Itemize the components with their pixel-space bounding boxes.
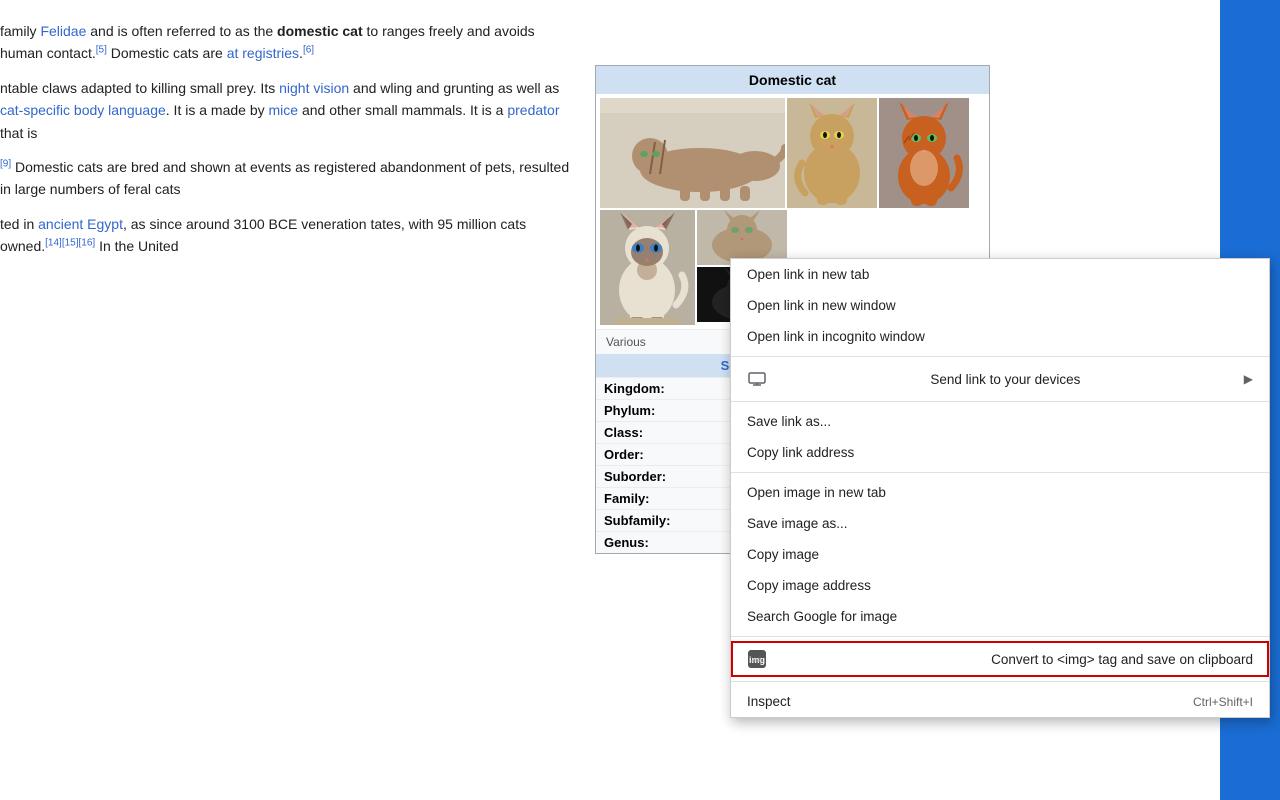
menu-item-save-link[interactable]: Save link as... xyxy=(731,406,1269,437)
inspect-shortcut: Ctrl+Shift+I xyxy=(1193,695,1253,709)
menu-label-inspect: Inspect xyxy=(747,694,791,709)
row-label-family: Family: xyxy=(596,488,686,510)
row-label-order: Order: xyxy=(596,444,686,466)
menu-item-copy-link[interactable]: Copy link address xyxy=(731,437,1269,468)
cat-image-2[interactable] xyxy=(787,98,877,208)
menu-item-open-image-tab[interactable]: Open image in new tab xyxy=(731,477,1269,508)
menu-item-search-google-image[interactable]: Search Google for image xyxy=(731,601,1269,632)
menu-separator-1 xyxy=(731,356,1269,357)
menu-separator-4 xyxy=(731,636,1269,637)
menu-label-save-link: Save link as... xyxy=(747,414,831,429)
cat-svg-2 xyxy=(787,98,877,208)
felidae-link[interactable]: Felidae xyxy=(40,23,86,39)
menu-separator-3 xyxy=(731,472,1269,473)
cat-svg-4 xyxy=(600,210,695,325)
menu-label-open-incognito: Open link in incognito window xyxy=(747,329,925,344)
menu-label-convert-img: Convert to <img> tag and save on clipboa… xyxy=(991,652,1253,667)
monitor-icon xyxy=(747,369,767,389)
cat-image-3[interactable] xyxy=(879,98,969,208)
article-paragraph-2: ntable claws adapted to killing small pr… xyxy=(0,77,570,144)
cat-svg-3 xyxy=(879,98,969,208)
menu-label-copy-image-address: Copy image address xyxy=(747,578,871,593)
cat-image-4[interactable] xyxy=(600,210,695,325)
row-label-phylum: Phylum: xyxy=(596,400,686,422)
body-language-link[interactable]: cat-specific body language xyxy=(0,102,166,118)
menu-separator-2 xyxy=(731,401,1269,402)
menu-label-copy-image: Copy image xyxy=(747,547,819,562)
menu-item-open-new-window[interactable]: Open link in new window xyxy=(731,290,1269,321)
menu-item-save-image[interactable]: Save image as... xyxy=(731,508,1269,539)
menu-item-copy-image-address[interactable]: Copy image address xyxy=(731,570,1269,601)
row-label-genus: Genus: xyxy=(596,532,686,554)
article-paragraph-4: ted in ancient Egypt, as since around 31… xyxy=(0,213,570,258)
menu-label-copy-link: Copy link address xyxy=(747,445,854,460)
mice-link[interactable]: mice xyxy=(269,102,299,118)
cat-svg-1 xyxy=(600,98,785,208)
night-vision-link[interactable]: night vision xyxy=(279,80,349,96)
registries-link[interactable]: at registries xyxy=(227,45,299,61)
menu-label-save-image: Save image as... xyxy=(747,516,848,531)
menu-item-open-new-tab[interactable]: Open link in new tab xyxy=(731,259,1269,290)
row-label-suborder: Suborder: xyxy=(596,466,686,488)
send-link-arrow-icon: ▶ xyxy=(1244,372,1253,386)
menu-item-send-link[interactable]: Send link to your devices ▶ xyxy=(731,361,1269,397)
menu-label-open-new-tab: Open link in new tab xyxy=(747,267,869,282)
row-label-class: Class: xyxy=(596,422,686,444)
menu-label-open-new-window: Open link in new window xyxy=(747,298,896,313)
caption-various: Various xyxy=(604,333,648,351)
menu-item-open-incognito[interactable]: Open link in incognito window xyxy=(731,321,1269,352)
cat-image-1[interactable] xyxy=(600,98,785,208)
infobox-title: Domestic cat xyxy=(596,66,989,94)
article-paragraph-1: family Felidae and is often referred to … xyxy=(0,20,570,65)
article-paragraph-3: [9] Domestic cats are bred and shown at … xyxy=(0,156,570,201)
article-text: family Felidae and is often referred to … xyxy=(0,0,580,280)
predator-link[interactable]: predator xyxy=(507,102,559,118)
row-label-kingdom: Kingdom: xyxy=(596,378,686,400)
menu-label-search-google-image: Search Google for image xyxy=(747,609,897,624)
svg-text:img: img xyxy=(749,655,765,665)
ancient-egypt-link[interactable]: ancient Egypt xyxy=(38,216,123,232)
menu-label-open-image-tab: Open image in new tab xyxy=(747,485,886,500)
plugin-icon: img xyxy=(747,649,767,669)
menu-label-send-link: Send link to your devices xyxy=(930,372,1080,387)
menu-item-inspect[interactable]: Inspect Ctrl+Shift+I xyxy=(731,686,1269,717)
cat-image-5[interactable] xyxy=(697,210,787,265)
menu-separator-5 xyxy=(731,681,1269,682)
menu-item-copy-image[interactable]: Copy image xyxy=(731,539,1269,570)
menu-item-convert-img[interactable]: img Convert to <img> tag and save on cli… xyxy=(731,641,1269,677)
send-link-icon-svg xyxy=(748,372,766,386)
cat-svg-5 xyxy=(697,210,787,265)
convert-img-icon-svg: img xyxy=(747,649,767,669)
row-label-subfamily: Subfamily: xyxy=(596,510,686,532)
context-menu: Open link in new tab Open link in new wi… xyxy=(730,258,1270,718)
